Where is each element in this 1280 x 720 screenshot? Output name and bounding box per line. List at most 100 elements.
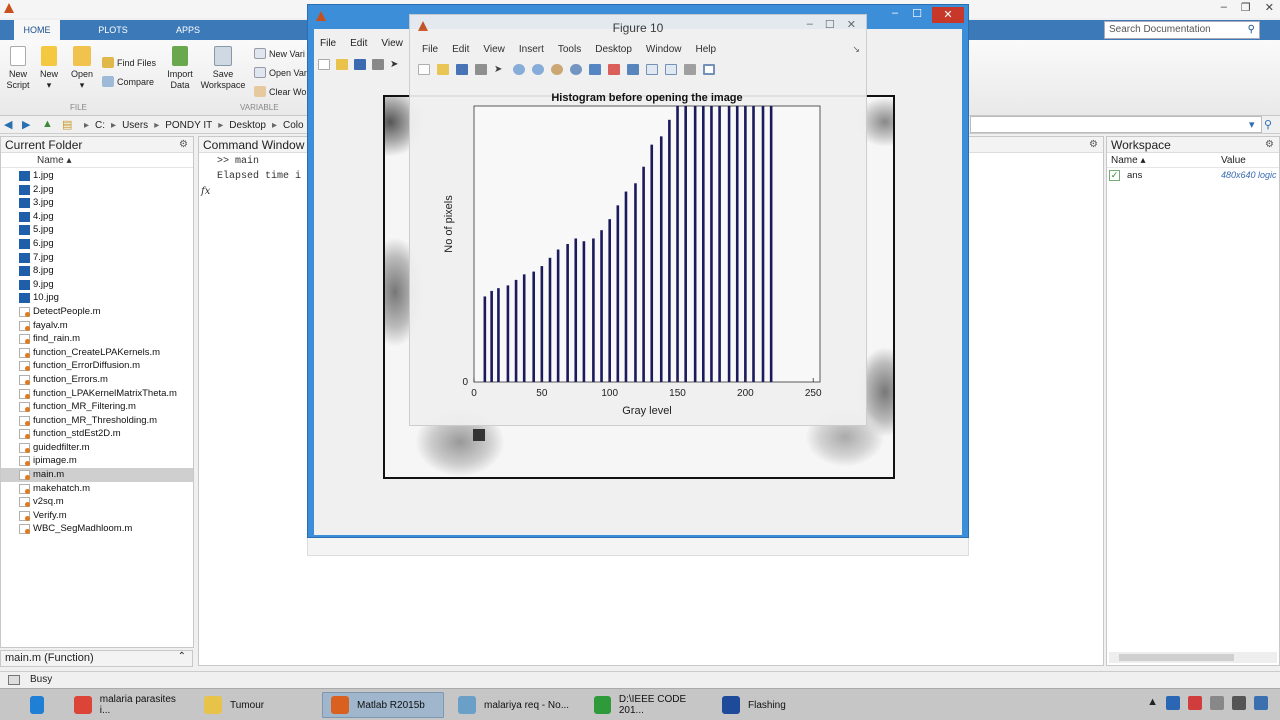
- chevron-up-icon[interactable]: ⌃: [178, 651, 186, 662]
- file-item[interactable]: makehatch.m: [1, 482, 193, 496]
- menu-insert[interactable]: Insert: [519, 44, 544, 55]
- show-tools-icon[interactable]: [703, 64, 715, 75]
- file-item[interactable]: main.m: [1, 468, 193, 482]
- hide-tools-icon[interactable]: [684, 64, 696, 75]
- tray-volume-icon[interactable]: [1232, 696, 1246, 710]
- tab-home[interactable]: HOME: [14, 20, 60, 40]
- data-cursor-icon[interactable]: [589, 64, 601, 75]
- pointer-icon[interactable]: ➤: [390, 59, 402, 70]
- clear-workspace-button[interactable]: Clear Wor: [254, 86, 309, 97]
- new-figure-icon[interactable]: [418, 64, 430, 75]
- open-file-icon[interactable]: [437, 64, 449, 75]
- save-workspace-button[interactable]: Save Workspace: [198, 46, 248, 91]
- file-item[interactable]: function_MR_Filtering.m: [1, 400, 193, 414]
- file-item[interactable]: 8.jpg: [1, 264, 193, 278]
- file-item[interactable]: 4.jpg: [1, 210, 193, 224]
- colorbar-icon[interactable]: [646, 64, 658, 75]
- file-item[interactable]: 3.jpg: [1, 196, 193, 210]
- print-icon[interactable]: [475, 64, 487, 75]
- open-file-icon[interactable]: [336, 59, 348, 70]
- save-icon[interactable]: [456, 64, 468, 75]
- zoom-out-icon[interactable]: [532, 64, 544, 75]
- file-item[interactable]: 10.jpg: [1, 291, 193, 305]
- panel-actions-icon[interactable]: ⚙: [1089, 137, 1098, 153]
- file-item[interactable]: function_CreateLPAKernels.m: [1, 346, 193, 360]
- breadcrumb-item[interactable]: PONDY IT: [165, 120, 212, 131]
- up-folder-icon[interactable]: ▲: [42, 118, 53, 130]
- fx-icon[interactable]: fx: [201, 186, 210, 197]
- legend-icon[interactable]: [665, 64, 677, 75]
- ws-name-header[interactable]: Name ▴: [1107, 153, 1221, 167]
- name-column-header[interactable]: Name ▴: [1, 153, 193, 168]
- taskbar-item[interactable]: malaria parasites i...: [66, 692, 188, 718]
- file-item[interactable]: function_MR_Thresholding.m: [1, 414, 193, 428]
- menu-edit[interactable]: Edit: [350, 38, 367, 49]
- address-dropdown-icon[interactable]: ▾: [1249, 118, 1255, 131]
- file-item[interactable]: 1.jpg: [1, 169, 193, 183]
- details-bar[interactable]: main.m (Function) ⌃: [0, 650, 193, 667]
- import-data-button[interactable]: Import Data: [162, 46, 198, 91]
- tab-plots[interactable]: PLOTS: [86, 20, 140, 40]
- compare-button[interactable]: Compare: [102, 76, 154, 87]
- new-script-button[interactable]: New Script: [4, 46, 32, 91]
- new-figure-icon[interactable]: [318, 59, 330, 70]
- file-item[interactable]: Verify.m: [1, 509, 193, 523]
- figure-10-title[interactable]: Figure 10: [410, 15, 866, 41]
- forward-arrow-icon[interactable]: ▶: [22, 118, 30, 131]
- scrollbar-thumb[interactable]: [1119, 654, 1234, 661]
- rotate-3d-icon[interactable]: [570, 64, 582, 75]
- menu-file[interactable]: File: [320, 38, 336, 49]
- tray-network-icon[interactable]: [1210, 696, 1224, 710]
- minimize-icon[interactable]: –: [1221, 1, 1227, 14]
- minimize-icon[interactable]: –: [807, 18, 813, 31]
- back-arrow-icon[interactable]: ◀: [4, 118, 12, 131]
- new-variable-button[interactable]: New Vari: [254, 48, 305, 59]
- address-field[interactable]: [970, 116, 1262, 133]
- menu-tools[interactable]: Tools: [558, 44, 581, 55]
- file-item[interactable]: DetectPeople.m: [1, 305, 193, 319]
- taskbar-item[interactable]: Flashing: [714, 692, 824, 718]
- file-item[interactable]: function_LPAKernelMatrixTheta.m: [1, 387, 193, 401]
- taskbar-item[interactable]: [22, 692, 52, 718]
- breadcrumb-item[interactable]: Users: [122, 120, 148, 131]
- taskbar-item[interactable]: Tumour: [196, 692, 312, 718]
- workspace-scrollbar[interactable]: [1109, 652, 1277, 663]
- breadcrumb-item[interactable]: C:: [95, 120, 105, 131]
- file-item[interactable]: fayalv.m: [1, 319, 193, 333]
- maximize-icon[interactable]: ☐: [912, 7, 922, 20]
- tray-expand-icon[interactable]: ▲: [1147, 696, 1158, 710]
- pan-hand-icon[interactable]: [551, 64, 563, 75]
- file-item[interactable]: 9.jpg: [1, 278, 193, 292]
- file-item[interactable]: 5.jpg: [1, 223, 193, 237]
- close-icon[interactable]: ✕: [847, 18, 856, 31]
- tray-app-icon[interactable]: [1166, 696, 1180, 710]
- find-files-button[interactable]: Find Files: [102, 57, 156, 68]
- workspace-var-row[interactable]: ✓ ans 480x640 logic: [1107, 168, 1279, 183]
- minimize-icon[interactable]: –: [892, 7, 898, 20]
- file-item[interactable]: WBC_SegMadhloom.m: [1, 522, 193, 536]
- tray-keyboard-icon[interactable]: [1254, 696, 1268, 710]
- file-item[interactable]: function_stdEst2D.m: [1, 427, 193, 441]
- file-item[interactable]: 6.jpg: [1, 237, 193, 251]
- file-item[interactable]: 7.jpg: [1, 251, 193, 265]
- breadcrumb-item[interactable]: Colo: [283, 120, 304, 131]
- menu-window[interactable]: Window: [646, 44, 682, 55]
- menu-view[interactable]: View: [483, 44, 505, 55]
- ws-value-header[interactable]: Value: [1221, 153, 1246, 167]
- file-item[interactable]: function_Errors.m: [1, 373, 193, 387]
- pointer-icon[interactable]: ➤: [494, 64, 506, 75]
- taskbar-item[interactable]: D:\IEEE CODE 201...: [586, 692, 708, 718]
- panel-actions-icon[interactable]: ⚙: [1265, 137, 1274, 153]
- file-item[interactable]: v2sq.m: [1, 495, 193, 509]
- close-icon[interactable]: ✕: [1265, 1, 1274, 14]
- menu-view[interactable]: View: [381, 38, 403, 49]
- link-plot-icon[interactable]: [627, 64, 639, 75]
- new-button[interactable]: New ▾: [36, 46, 62, 91]
- file-item[interactable]: ipimage.m: [1, 454, 193, 468]
- tab-apps[interactable]: APPS: [164, 20, 212, 40]
- menu-edit[interactable]: Edit: [452, 44, 469, 55]
- open-variable-button[interactable]: Open Var: [254, 67, 307, 78]
- file-item[interactable]: find_rain.m: [1, 332, 193, 346]
- file-item[interactable]: function_ErrorDiffusion.m: [1, 359, 193, 373]
- menu-file[interactable]: File: [422, 44, 438, 55]
